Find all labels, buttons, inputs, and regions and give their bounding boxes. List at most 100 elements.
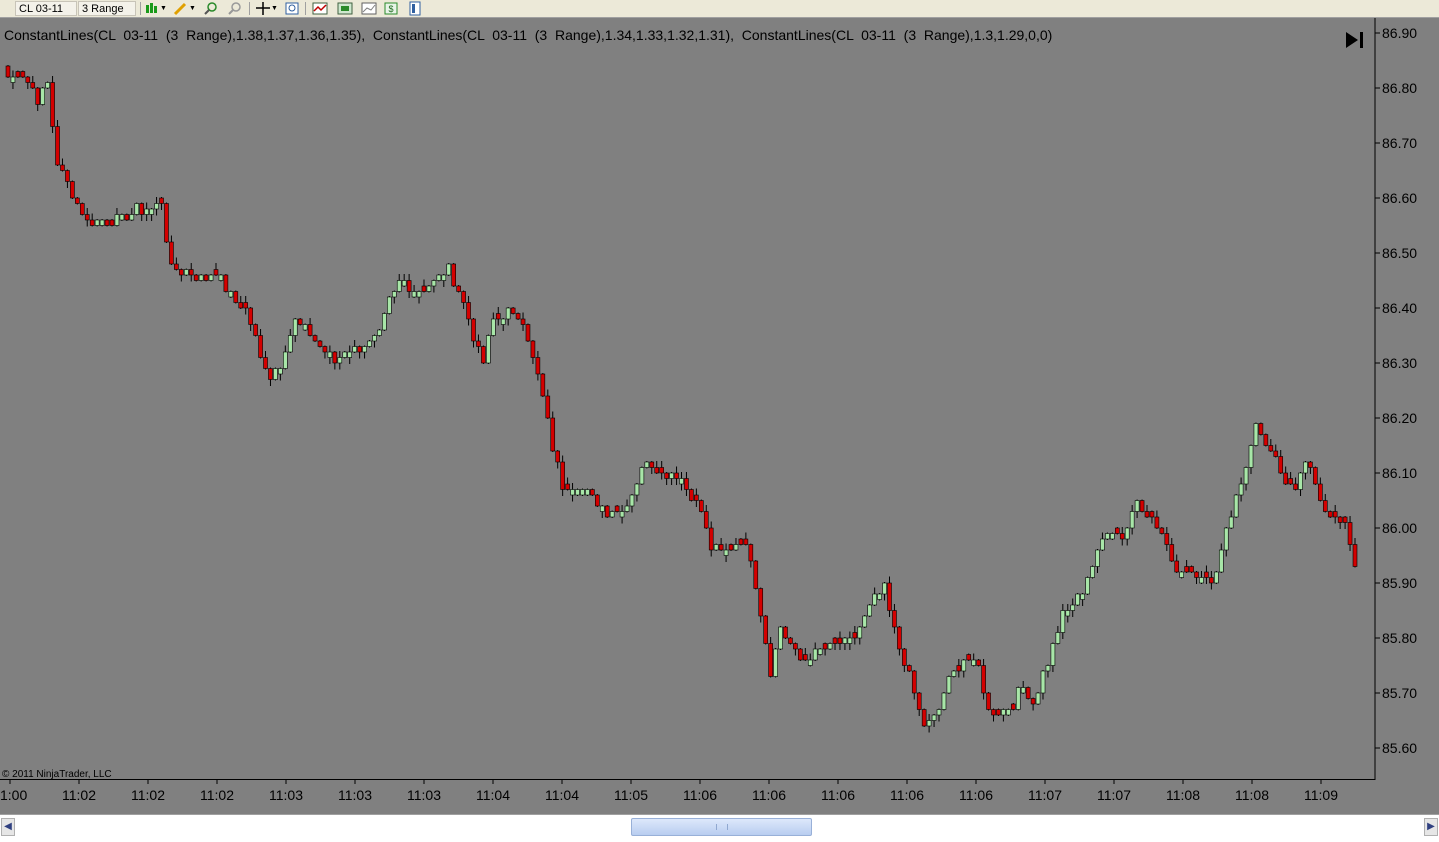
candle-down (238, 302, 244, 309)
candle-down (79, 203, 85, 215)
candle-up (154, 203, 159, 210)
candle-up (218, 274, 224, 281)
strategies-icon[interactable] (337, 1, 353, 16)
candle-down (822, 643, 828, 650)
candle-down (793, 643, 798, 650)
magnify-icon[interactable] (284, 1, 300, 16)
candle-up (426, 285, 432, 292)
scroll-left-button[interactable]: ◀ (1, 818, 15, 836)
y-tick-label: 86.20 (1382, 410, 1417, 426)
candle-down (297, 318, 303, 325)
period-selector[interactable]: 3 Range ▼ (78, 1, 136, 29)
chevron-right-icon: ▶ (1427, 821, 1435, 832)
chart-panel[interactable]: 86.90 86.80 86.70 86.60 86.50 86.40 86.30 86.20… (0, 18, 1439, 814)
candle-down (525, 324, 531, 342)
candle-down (728, 544, 734, 551)
candle-up (1100, 538, 1105, 551)
candle-up (624, 505, 630, 512)
candle-down (60, 164, 65, 171)
candle-down (193, 274, 199, 281)
instrument-selector[interactable]: CL 03-11 ▼ (15, 1, 77, 29)
candle-up (1253, 423, 1259, 446)
candle-up (278, 368, 283, 375)
price-chart[interactable]: 86.90 86.80 86.70 86.60 86.50 86.40 86.30 86.20… (0, 18, 1439, 814)
candle-up (1214, 571, 1219, 584)
candle-up (926, 720, 932, 727)
candle-down (832, 637, 838, 644)
candle-down (565, 483, 570, 490)
candle-down (1209, 577, 1214, 584)
candle-down (921, 709, 927, 727)
candle-up (401, 280, 407, 287)
candle-down (1283, 472, 1288, 485)
candle-down (223, 274, 229, 292)
data-box-icon[interactable] (361, 1, 377, 16)
candle-up (1105, 533, 1110, 540)
x-tick-label: 11:02 (131, 787, 165, 803)
zoom-in-icon[interactable] (202, 1, 218, 16)
candle-down (515, 313, 521, 320)
indicators-icon[interactable] (312, 1, 328, 16)
candle-down (604, 505, 610, 518)
candle-down (768, 643, 773, 677)
scroll-right-button[interactable]: ▶ (1424, 818, 1438, 836)
scroll-thumb[interactable] (631, 818, 812, 836)
candle-up (1015, 687, 1021, 710)
candle-up (946, 676, 952, 694)
candle-up (352, 346, 357, 353)
candle-down (481, 346, 486, 364)
candle-up (500, 318, 506, 325)
candle-down (124, 214, 130, 221)
horizontal-scrollbar[interactable]: ◀ ▶ (0, 814, 1439, 842)
toolbar: CL 03-11 ▼ 3 Range ▼ ▼ ▼ ▼ $ (0, 0, 1439, 29)
candle-down (510, 307, 516, 314)
plot-area[interactable] (0, 18, 1375, 778)
candle-down (1342, 516, 1348, 523)
dollar-icon[interactable]: $ (383, 1, 399, 16)
candle-up (302, 324, 308, 331)
candle-down (248, 307, 253, 325)
candle-up (1065, 610, 1071, 617)
candle-down (1337, 516, 1343, 523)
y-tick-label: 86.70 (1382, 135, 1417, 151)
draw-tool-icon[interactable] (172, 1, 188, 16)
candle-down (1313, 467, 1318, 485)
candle-up (817, 648, 823, 655)
candle-up (1124, 527, 1130, 540)
candle-down (555, 450, 560, 463)
candle-up (778, 626, 783, 650)
candle-up (377, 329, 382, 336)
chevron-down-icon[interactable]: ▼ (189, 1, 196, 16)
svg-text:$: $ (388, 4, 393, 14)
candle-up (1110, 533, 1115, 540)
candle-down (530, 340, 536, 358)
candle-up (1070, 604, 1076, 611)
candle-up (144, 208, 149, 215)
candle-up (119, 214, 125, 221)
candle-down (758, 588, 764, 617)
candle-up (580, 489, 585, 496)
chevron-down-icon[interactable]: ▼ (160, 1, 167, 16)
candle-down (595, 494, 600, 507)
x-tick-label: 11:08 (1166, 787, 1200, 803)
chevron-left-icon: ◀ (4, 821, 12, 832)
candle-up (372, 335, 377, 342)
crosshair-icon[interactable] (255, 1, 271, 16)
x-tick-label: 11:08 (1235, 787, 1269, 803)
candle-down (694, 494, 699, 501)
candle-down (916, 692, 922, 710)
candle-down (654, 467, 660, 474)
candle-up (1218, 549, 1224, 573)
properties-icon[interactable] (407, 1, 423, 16)
candle-down (174, 263, 179, 270)
x-tick-label: 11:04 (545, 787, 579, 803)
candle-up (609, 511, 615, 518)
period-label: 3 Range (82, 3, 124, 15)
candle-down (708, 527, 714, 551)
zoom-out-icon[interactable] (226, 1, 242, 16)
candle-down (753, 560, 759, 589)
chart-style-icon[interactable] (144, 1, 160, 16)
candle-up (619, 511, 625, 518)
candle-down (550, 417, 556, 452)
chevron-down-icon[interactable]: ▼ (271, 1, 278, 16)
